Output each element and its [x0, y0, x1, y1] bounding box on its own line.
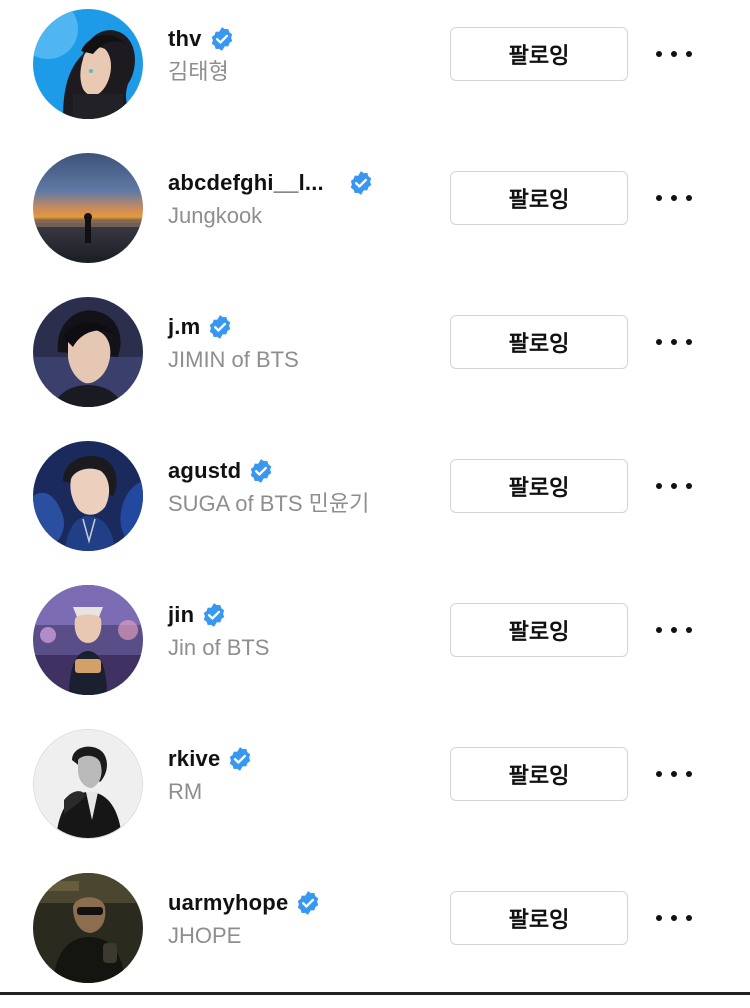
following-button[interactable]: 팔로잉: [450, 459, 628, 513]
full-name: RM: [168, 779, 203, 804]
account-names: j.m JIMIN of BTS: [168, 312, 428, 374]
following-button[interactable]: 팔로잉: [450, 171, 628, 225]
username[interactable]: jin: [168, 602, 194, 628]
avatar-monochrome-icon: [34, 730, 142, 838]
more-options-icon[interactable]: [656, 908, 692, 928]
following-list: thv 김태형 팔로잉 abcdefghi__l... Jungkook 팔로잉…: [0, 0, 750, 995]
username[interactable]: uarmyhope: [168, 890, 288, 916]
avatar-blue-profile-icon: [33, 9, 143, 119]
following-button[interactable]: 팔로잉: [450, 27, 628, 81]
more-options-icon[interactable]: [656, 332, 692, 352]
username[interactable]: j.m: [168, 314, 200, 340]
list-item[interactable]: rkive RM 팔로잉: [0, 720, 750, 864]
avatar-blue-jacket-icon: [33, 441, 143, 551]
list-item[interactable]: j.m JIMIN of BTS 팔로잉: [0, 288, 750, 432]
verified-badge-icon: [204, 603, 225, 627]
list-item[interactable]: jin Jin of BTS 팔로잉: [0, 576, 750, 720]
avatar-sunset-beach-icon: [33, 153, 143, 263]
avatar-carnival-icon: [33, 585, 143, 695]
account-names: rkive RM: [168, 744, 428, 806]
username[interactable]: abcdefghi__l...: [168, 170, 324, 196]
avatar-dark-cafe-icon: [33, 873, 143, 983]
account-names: abcdefghi__l... Jungkook: [168, 168, 428, 230]
verified-badge-icon: [230, 747, 251, 771]
verified-badge-icon: [298, 891, 319, 915]
avatar[interactable]: [33, 153, 143, 263]
avatar[interactable]: [33, 441, 143, 551]
avatar-portrait-dark-icon: [33, 297, 143, 407]
full-name: JHOPE: [168, 923, 242, 948]
full-name: SUGA of BTS 민윤기: [168, 491, 370, 516]
username[interactable]: rkive: [168, 746, 220, 772]
username[interactable]: agustd: [168, 458, 241, 484]
verified-badge-icon: [251, 459, 272, 483]
avatar[interactable]: [33, 585, 143, 695]
full-name: Jungkook: [168, 203, 263, 228]
more-options-icon[interactable]: [656, 44, 692, 64]
verified-badge-icon: [210, 315, 231, 339]
list-item[interactable]: uarmyhope JHOPE 팔로잉: [0, 864, 750, 1008]
more-options-icon[interactable]: [656, 188, 692, 208]
username[interactable]: thv: [168, 26, 202, 52]
verified-badge-icon: [350, 171, 372, 195]
following-button[interactable]: 팔로잉: [450, 315, 628, 369]
list-item[interactable]: thv 김태형 팔로잉: [0, 0, 750, 144]
more-options-icon[interactable]: [656, 764, 692, 784]
account-names: thv 김태형: [168, 24, 428, 86]
avatar[interactable]: [33, 9, 143, 119]
more-options-icon[interactable]: [656, 620, 692, 640]
avatar[interactable]: [33, 729, 143, 839]
account-names: agustd SUGA of BTS 민윤기: [168, 456, 428, 518]
more-options-icon[interactable]: [656, 476, 692, 496]
following-button[interactable]: 팔로잉: [450, 891, 628, 945]
account-names: jin Jin of BTS: [168, 600, 428, 662]
full-name: Jin of BTS: [168, 635, 270, 660]
list-item[interactable]: agustd SUGA of BTS 민윤기 팔로잉: [0, 432, 750, 576]
account-names: uarmyhope JHOPE: [168, 888, 428, 950]
following-button[interactable]: 팔로잉: [450, 747, 628, 801]
avatar[interactable]: [33, 873, 143, 983]
full-name: 김태형: [168, 59, 229, 84]
following-button[interactable]: 팔로잉: [450, 603, 628, 657]
verified-badge-icon: [211, 27, 232, 51]
avatar[interactable]: [33, 297, 143, 407]
list-item[interactable]: abcdefghi__l... Jungkook 팔로잉: [0, 144, 750, 288]
full-name: JIMIN of BTS: [168, 347, 299, 372]
